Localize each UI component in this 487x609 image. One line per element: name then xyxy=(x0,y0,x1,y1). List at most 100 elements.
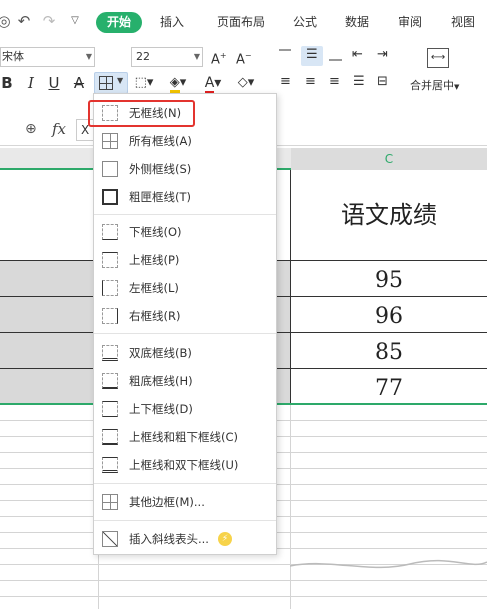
menu-item-top-bottom-border[interactable]: 上下框线(D) xyxy=(94,395,276,423)
font-name-select[interactable]: 宋体 ▼ xyxy=(0,47,95,67)
value-cell[interactable]: 96 xyxy=(291,299,487,335)
font-size-value: 22 xyxy=(136,50,150,63)
menu-item-more-borders[interactable]: 其他边框(M)... xyxy=(94,488,276,516)
menu-item-bottom-border[interactable]: 下框线(O) xyxy=(94,218,276,246)
align-top-icon[interactable]: ⎺ xyxy=(279,46,291,64)
menu-separator xyxy=(94,483,276,484)
underline-button[interactable]: U xyxy=(47,72,61,94)
border-grid-icon xyxy=(99,76,113,90)
menu-item-outside-borders[interactable]: 外侧框线(S) xyxy=(94,155,276,183)
merge-center-text: 合并居中 xyxy=(410,79,454,92)
cell-style-icon[interactable]: ⬚▾ xyxy=(131,72,157,94)
menu-item-label: 上框线和双下框线(U) xyxy=(129,458,239,472)
redo-icon[interactable]: ↷ xyxy=(41,12,57,30)
increase-font-icon[interactable]: A+ xyxy=(211,47,227,69)
highlight-box xyxy=(88,100,195,127)
font-color-button[interactable]: A▾ xyxy=(200,72,226,94)
align-bottom-icon[interactable]: ⎽ xyxy=(329,46,342,64)
menu-item-label: 双底框线(B) xyxy=(129,346,192,360)
tab-review[interactable]: 审阅 xyxy=(398,12,422,33)
right-border-icon xyxy=(102,308,118,324)
menu-item-label: 插入斜线表头... xyxy=(129,532,209,546)
bold-button[interactable]: B xyxy=(0,72,14,94)
undo-icon[interactable]: ↶ xyxy=(16,12,32,30)
menu-item-label: 左框线(L) xyxy=(129,281,179,295)
chevron-down-icon: ▼ xyxy=(117,76,124,85)
justify-icon[interactable]: ☰ xyxy=(353,73,365,91)
fx-icon[interactable]: fx xyxy=(52,120,66,138)
decrease-indent-icon[interactable]: ⇤ xyxy=(352,46,363,64)
align-middle-icon: ☰ xyxy=(306,47,318,62)
menu-item-label: 上下框线(D) xyxy=(129,402,193,416)
bottom-border-icon xyxy=(102,224,118,240)
menu-item-label: 粗底框线(H) xyxy=(129,374,193,388)
value-cell[interactable]: 95 xyxy=(291,263,487,299)
save-icon[interactable]: ◎ xyxy=(0,12,12,30)
menu-item-double-bottom-border[interactable]: 双底框线(B) xyxy=(94,339,276,367)
clear-format-icon[interactable]: ◇▾ xyxy=(232,72,260,94)
menu-item-label: 所有框线(A) xyxy=(129,134,192,148)
column-header-c[interactable]: C xyxy=(291,148,487,170)
menu-item-label: 下框线(O) xyxy=(129,225,182,239)
grid-line xyxy=(0,580,487,581)
align-right-icon[interactable]: ≡ xyxy=(329,73,340,91)
menu-item-label: 上框线(P) xyxy=(129,253,180,267)
top-border-icon xyxy=(102,252,118,268)
menu-item-right-border[interactable]: 右框线(R) xyxy=(94,302,276,330)
tab-view[interactable]: 视图 xyxy=(451,12,475,33)
menu-item-insert-diagonal-header[interactable]: 插入斜线表头... ⚡ xyxy=(94,525,276,553)
zoom-search-icon[interactable]: ⊕ xyxy=(25,121,37,137)
menu-item-thick-bottom-border[interactable]: 粗底框线(H) xyxy=(94,367,276,395)
tab-formulas[interactable]: 公式 xyxy=(293,12,317,33)
menu-item-top-double-bottom-border[interactable]: 上框线和双下框线(U) xyxy=(94,451,276,479)
all-borders-icon xyxy=(102,133,118,149)
menu-item-all-borders[interactable]: 所有框线(A) xyxy=(94,127,276,155)
top-bottom-border-icon xyxy=(102,401,118,417)
decrease-font-icon[interactable]: A− xyxy=(236,47,252,69)
menu-separator xyxy=(94,520,276,521)
chevron-down-icon: ▼ xyxy=(85,52,92,61)
menu-item-top-border[interactable]: 上框线(P) xyxy=(94,246,276,274)
tab-insert[interactable]: 插入 xyxy=(160,12,184,33)
align-middle-button[interactable]: ☰ xyxy=(301,46,323,66)
menu-item-label: 其他边框(M)... xyxy=(129,495,205,509)
fill-color-icon[interactable]: ◈▾ xyxy=(164,72,192,94)
home-toolbar: 宋体 ▼ 22 ▼ A+ A− ⎺ ☰ ⎽ ⇤ ⇥ ⟷ B I U A ▼ ⬚▾… xyxy=(0,44,487,96)
border-dropdown-menu: 无框线(N) 所有框线(A) 外侧框线(S) 粗匣框线(T) 下框线(O) 上框… xyxy=(93,93,277,555)
double-bottom-border-icon xyxy=(102,345,118,361)
tab-data[interactable]: 数据 xyxy=(345,12,369,33)
italic-button[interactable]: I xyxy=(24,72,38,94)
top-double-bottom-border-icon xyxy=(102,457,118,473)
value-cell[interactable]: 77 xyxy=(291,371,487,407)
menu-item-label: 外侧框线(S) xyxy=(129,162,192,176)
font-size-select[interactable]: 22 ▼ xyxy=(131,47,203,67)
grid-line xyxy=(0,596,487,597)
diagonal-line-icon xyxy=(102,531,118,547)
top-thick-bottom-border-icon xyxy=(102,429,118,445)
menu-item-label: 右框线(R) xyxy=(129,309,181,323)
menu-separator xyxy=(94,214,276,215)
menu-item-top-thick-bottom-border[interactable]: 上框线和粗下框线(C) xyxy=(94,423,276,451)
thick-box-border-icon xyxy=(102,189,118,205)
merge-center-label[interactable]: 合并居中▼ xyxy=(410,77,459,93)
increase-indent-icon[interactable]: ⇥ xyxy=(377,46,388,64)
align-left-icon[interactable]: ≡ xyxy=(280,73,291,91)
premium-lightning-icon: ⚡ xyxy=(218,532,232,546)
more-borders-icon xyxy=(102,494,118,510)
menu-item-left-border[interactable]: 左框线(L) xyxy=(94,274,276,302)
ribbon-tab-bar: ◎ ↶ ↷ ▽ 开始 插入 页面布局 公式 数据 审阅 视图 xyxy=(0,0,487,44)
tab-page-layout[interactable]: 页面布局 xyxy=(217,12,265,33)
left-border-icon xyxy=(102,280,118,296)
value-cell[interactable]: 85 xyxy=(291,335,487,371)
menu-item-label: 上框线和粗下框线(C) xyxy=(129,430,239,444)
quick-access-dropdown-icon[interactable]: ▽ xyxy=(67,12,83,30)
cut-edge-decoration xyxy=(290,559,487,569)
align-center-icon[interactable]: ≡ xyxy=(305,73,316,91)
tab-home[interactable]: 开始 xyxy=(96,12,142,33)
merge-center-icon[interactable]: ⟷ xyxy=(427,48,449,68)
distributed-icon[interactable]: ⊟ xyxy=(377,73,388,91)
header-cell-chinese-score[interactable]: 语文成绩 xyxy=(291,170,487,260)
border-button[interactable]: ▼ xyxy=(94,72,128,94)
strikethrough-button[interactable]: A xyxy=(72,72,86,94)
menu-item-thick-box-border[interactable]: 粗匣框线(T) xyxy=(94,183,276,211)
